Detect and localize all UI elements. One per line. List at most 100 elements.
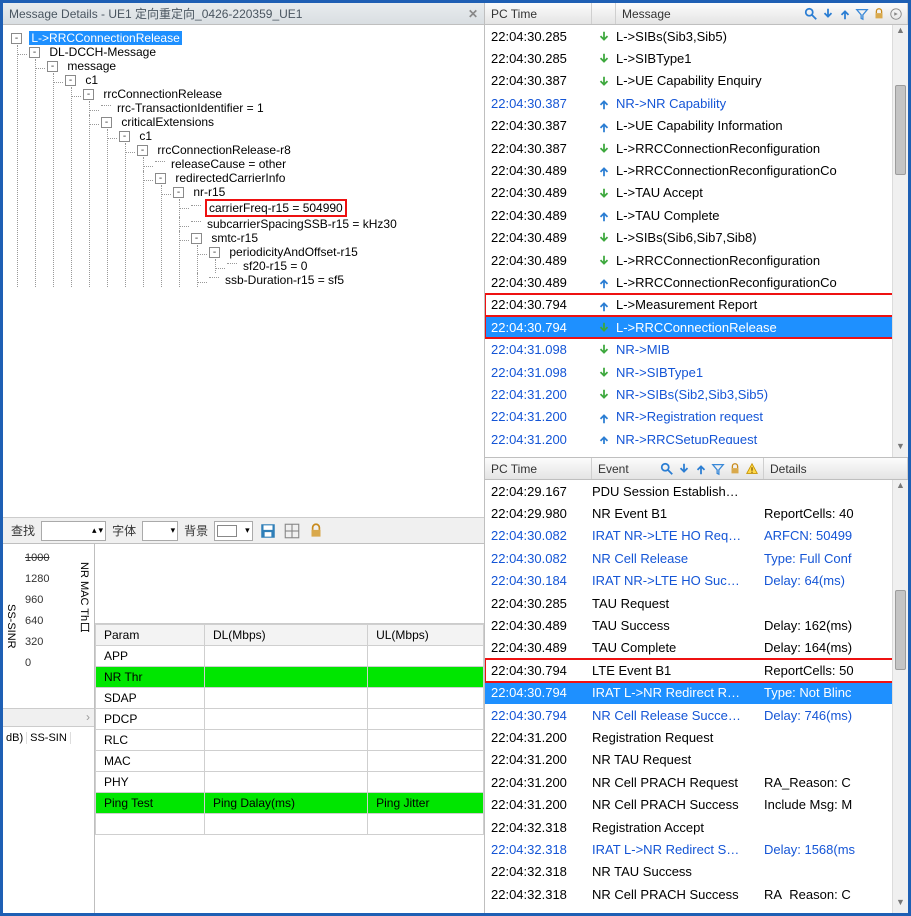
message-row[interactable]: 22:04:30.489L->RRCConnectionReconfigurat…: [485, 249, 908, 271]
tree-leaf[interactable]: releaseCause = other: [169, 157, 288, 171]
tree-node[interactable]: message: [65, 59, 118, 73]
message-row[interactable]: 22:04:30.387L->UE Capability Enquiry: [485, 70, 908, 92]
message-row[interactable]: 22:04:30.489L->RRCConnectionReconfigurat…: [485, 271, 908, 293]
message-row[interactable]: 22:04:31.098NR->SIBType1: [485, 361, 908, 383]
event-row[interactable]: 22:04:31.200Registration Request: [485, 726, 908, 748]
message-row[interactable]: 22:04:30.794L->Measurement Report: [485, 294, 908, 316]
tree-node[interactable]: rrcConnectionRelease: [101, 87, 224, 101]
param-row[interactable]: MAC: [96, 751, 484, 772]
expand-icon[interactable]: [101, 117, 112, 128]
tree-leaf[interactable]: rrc-TransactionIdentifier = 1: [115, 101, 266, 115]
param-header[interactable]: DL(Mbps): [204, 625, 367, 646]
expand-icon[interactable]: [65, 75, 76, 86]
graph-scrollbar[interactable]: ›: [3, 708, 94, 726]
tree-node[interactable]: c1: [137, 129, 154, 143]
col-direction[interactable]: [592, 3, 616, 24]
filter-icon[interactable]: [711, 461, 725, 476]
lock-icon[interactable]: [307, 522, 325, 540]
expand-icon[interactable]: [137, 145, 148, 156]
event-row[interactable]: 22:04:30.184IRAT NR->LTE HO Suc…Delay: 6…: [485, 570, 908, 592]
warning-icon[interactable]: [745, 461, 759, 476]
event-row[interactable]: 22:04:30.794LTE Event B1ReportCells: 50: [485, 659, 908, 681]
event-row[interactable]: 22:04:32.318NR TAU Success: [485, 861, 908, 883]
param-row[interactable]: PHY: [96, 772, 484, 793]
tree-root[interactable]: L->RRCConnectionRelease: [29, 31, 181, 45]
message-row[interactable]: 22:04:30.794L->RRCConnectionRelease: [485, 316, 908, 338]
message-row[interactable]: 22:04:30.387NR->NR Capability: [485, 92, 908, 114]
param-row[interactable]: PDCP: [96, 709, 484, 730]
param-row[interactable]: SDAP: [96, 688, 484, 709]
message-row[interactable]: 22:04:30.489L->SIBs(Sib6,Sib7,Sib8): [485, 227, 908, 249]
lock-icon[interactable]: [872, 6, 886, 21]
expand-icon[interactable]: [155, 173, 166, 184]
event-list[interactable]: 22:04:29.167PDU Session Establish…22:04:…: [485, 480, 908, 913]
event-row[interactable]: 22:04:32.318Registration Accept: [485, 816, 908, 838]
grid-icon[interactable]: [283, 522, 301, 540]
event-row[interactable]: 22:04:31.200NR TAU Request: [485, 749, 908, 771]
event-row[interactable]: 22:04:30.082NR Cell ReleaseType: Full Co…: [485, 547, 908, 569]
more-icon[interactable]: [889, 6, 903, 21]
expand-icon[interactable]: [83, 89, 94, 100]
event-row[interactable]: 22:04:30.794IRAT L->NR Redirect R…Type: …: [485, 682, 908, 704]
message-row[interactable]: 22:04:30.285L->SIBType1: [485, 47, 908, 69]
param-row[interactable]: Ping TestPing Dalay(ms)Ping Jitter: [96, 793, 484, 814]
event-row[interactable]: 22:04:30.794NR Cell Release Succe…Delay:…: [485, 704, 908, 726]
col-time[interactable]: PC Time: [485, 3, 592, 24]
message-row[interactable]: 22:04:30.387L->UE Capability Information: [485, 115, 908, 137]
tree-leaf[interactable]: subcarrierSpacingSSB-r15 = kHz30: [205, 217, 399, 231]
message-row[interactable]: 22:04:30.387L->RRCConnectionReconfigurat…: [485, 137, 908, 159]
tree-node[interactable]: rrcConnectionRelease-r8: [155, 143, 292, 157]
search-icon[interactable]: [804, 6, 818, 21]
bg-combo[interactable]: ▾: [214, 521, 253, 541]
message-row[interactable]: 22:04:31.098NR->MIB: [485, 338, 908, 360]
event-row[interactable]: 22:04:32.318NR Cell PRACH SuccessRA_Reas…: [485, 883, 908, 899]
message-row[interactable]: 22:04:30.489L->RRCConnectionReconfigurat…: [485, 159, 908, 181]
up-arrow-icon[interactable]: [694, 461, 708, 476]
expand-icon[interactable]: [191, 233, 202, 244]
message-row[interactable]: 22:04:31.200NR->RRCSetupRequest: [485, 428, 908, 444]
tree-node[interactable]: redirectedCarrierInfo: [173, 171, 287, 185]
tree-node[interactable]: periodicityAndOffset-r15: [227, 245, 360, 259]
param-row[interactable]: NR Thr: [96, 667, 484, 688]
expand-icon[interactable]: [11, 33, 22, 44]
expand-icon[interactable]: [209, 247, 220, 258]
lock-icon[interactable]: [728, 461, 742, 476]
tree-leaf[interactable]: sf20-r15 = 0: [241, 259, 309, 273]
param-header[interactable]: UL(Mbps): [368, 625, 484, 646]
tree-node[interactable]: criticalExtensions: [119, 115, 216, 129]
event-row[interactable]: 22:04:30.489TAU SuccessDelay: 162(ms): [485, 614, 908, 636]
event-row[interactable]: 22:04:30.489TAU CompleteDelay: 164(ms): [485, 637, 908, 659]
font-combo[interactable]: ▾: [142, 521, 178, 541]
tree-node[interactable]: smtc-r15: [209, 231, 260, 245]
event-row[interactable]: 22:04:30.082IRAT NR->LTE HO Req…ARFCN: 5…: [485, 525, 908, 547]
close-icon[interactable]: ✕: [468, 7, 478, 21]
col-details[interactable]: Details: [764, 458, 908, 479]
tree-node[interactable]: DL-DCCH-Message: [47, 45, 158, 59]
col-message[interactable]: Message: [616, 3, 908, 24]
col-event[interactable]: Event: [592, 458, 764, 479]
event-row[interactable]: 22:04:32.318IRAT L->NR Redirect S…Delay:…: [485, 838, 908, 860]
tree-leaf[interactable]: ssb-Duration-r15 = sf5: [223, 273, 346, 287]
message-row[interactable]: 22:04:30.285L->SIBs(Sib3,Sib5): [485, 25, 908, 47]
param-header[interactable]: Param: [96, 625, 205, 646]
scrollbar[interactable]: ▲▼: [892, 480, 908, 913]
message-row[interactable]: 22:04:30.489L->TAU Accept: [485, 182, 908, 204]
event-row[interactable]: 22:04:29.167PDU Session Establish…: [485, 480, 908, 502]
expand-icon[interactable]: [29, 47, 40, 58]
message-row[interactable]: 22:04:30.489L->TAU Complete: [485, 204, 908, 226]
expand-icon[interactable]: [47, 61, 58, 72]
event-row[interactable]: 22:04:29.980NR Event B1ReportCells: 40: [485, 502, 908, 524]
event-row[interactable]: 22:04:31.200NR Cell PRACH RequestRA_Reas…: [485, 771, 908, 793]
expand-icon[interactable]: [119, 131, 130, 142]
tree-leaf-highlight[interactable]: carrierFreq-r15 = 504990: [205, 199, 347, 217]
message-row[interactable]: 22:04:31.200NR->SIBs(Sib2,Sib3,Sib5): [485, 383, 908, 405]
scrollbar[interactable]: ▲▼: [892, 25, 908, 457]
find-combo[interactable]: ▴▾: [41, 521, 106, 541]
down-arrow-icon[interactable]: [821, 6, 835, 21]
tree-node[interactable]: c1: [83, 73, 100, 87]
message-row[interactable]: 22:04:31.200NR->Registration request: [485, 406, 908, 428]
col-time[interactable]: PC Time: [485, 458, 592, 479]
param-row[interactable]: RLC: [96, 730, 484, 751]
param-table[interactable]: Param DL(Mbps) UL(Mbps) APPNR ThrSDAPPDC…: [95, 624, 484, 913]
up-arrow-icon[interactable]: [838, 6, 852, 21]
